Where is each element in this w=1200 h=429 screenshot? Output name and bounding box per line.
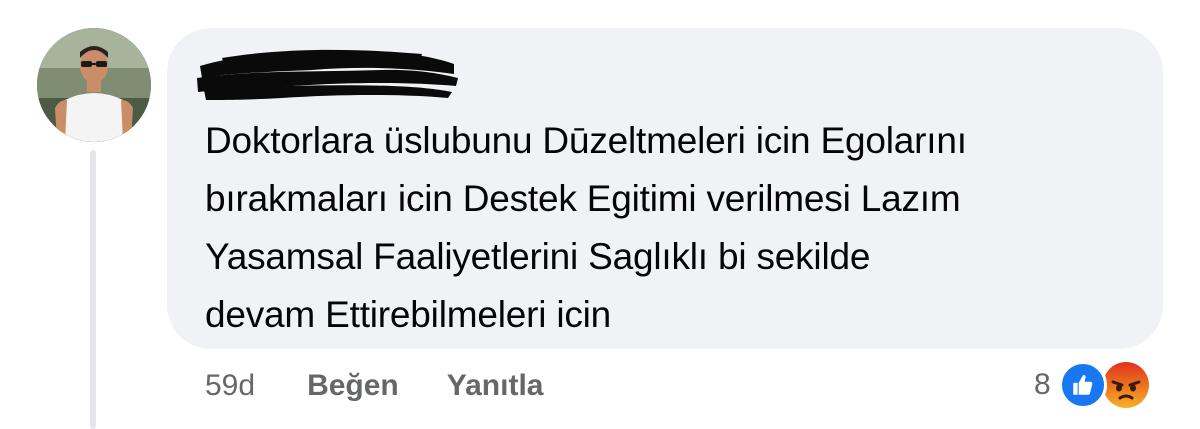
comment-text: Doktorlara üslubunu Dūzeltmeleri icin Eg… bbox=[205, 112, 1155, 344]
reactions-summary[interactable]: 8 bbox=[1034, 358, 1151, 412]
comment-actions: 59d Beğen Yanıtla bbox=[205, 362, 591, 410]
comment-text-line: bırakmaları icin Destek Egitimi verilmes… bbox=[205, 178, 961, 219]
comment-text-line: Doktorlara üslubunu Dūzeltmeleri icin Eg… bbox=[205, 120, 967, 161]
comment-timestamp[interactable]: 59d bbox=[205, 369, 255, 403]
comment-text-line: Yasamsal Faaliyetlerini Saglıklı bi seki… bbox=[205, 236, 871, 277]
comment: Doktorlara üslubunu Dūzeltmeleri icin Eg… bbox=[0, 0, 1200, 429]
reply-thread-line bbox=[90, 150, 96, 429]
reply-button[interactable]: Yanıtla bbox=[447, 369, 544, 403]
comment-text-line: devam Ettirebilmeleri icin bbox=[205, 294, 612, 335]
reaction-count: 8 bbox=[1034, 368, 1051, 401]
avatar[interactable] bbox=[37, 28, 151, 142]
like-icon bbox=[1058, 361, 1107, 409]
like-button[interactable]: Beğen bbox=[307, 369, 399, 403]
angry-icon bbox=[1101, 360, 1151, 410]
author-name-redaction bbox=[197, 49, 458, 100]
